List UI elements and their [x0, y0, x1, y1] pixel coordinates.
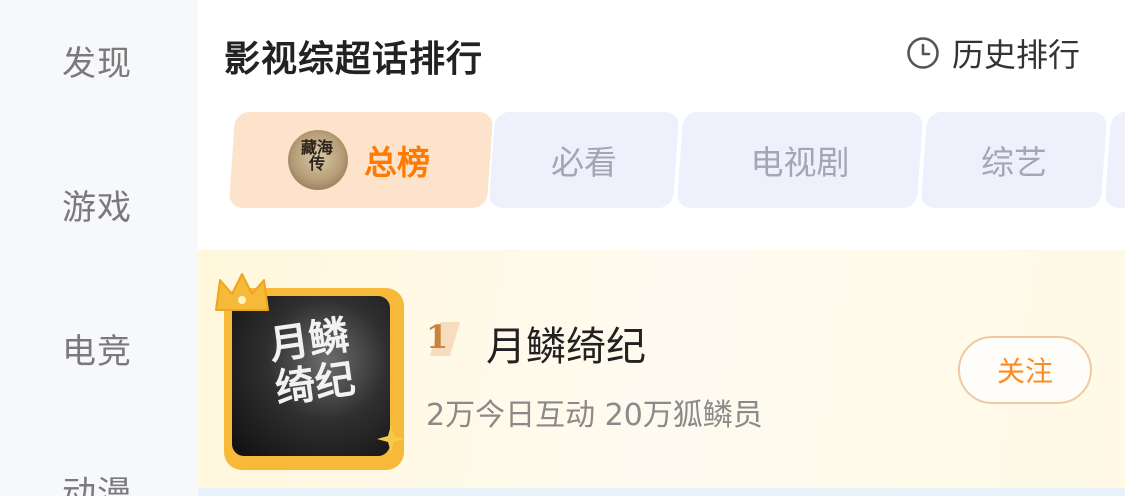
topic-cover-image[interactable]: 月鳞绮纪 — [232, 296, 390, 456]
sidebar-item-anime[interactable]: 动漫 — [0, 466, 196, 496]
tab-variety[interactable]: 综艺 — [920, 112, 1108, 208]
tab-must-watch-label: 必看 — [551, 143, 617, 182]
category-sidebar: 发现 游戏 电竞 动漫 — [0, 0, 198, 496]
history-ranking-label: 历史排行 — [952, 36, 1081, 74]
follow-button[interactable]: 关注 — [958, 336, 1092, 404]
topic-stats: 2万今日互动 20万狐鳞员 — [426, 398, 763, 433]
tab-overall[interactable]: 藏海传 总榜 — [228, 112, 494, 208]
sidebar-item-discover[interactable]: 发现 — [0, 36, 196, 85]
rank-number: 1 — [426, 318, 449, 356]
sidebar-item-esports[interactable]: 电竞 — [0, 324, 196, 373]
history-ranking-button[interactable]: 历史排行 — [906, 33, 1081, 74]
tab-overall-label: 总榜 — [364, 143, 430, 182]
cover-title-text: 月鳞绮纪 — [266, 311, 359, 413]
sidebar-item-games[interactable]: 游戏 — [0, 180, 196, 229]
tab-must-watch[interactable]: 必看 — [488, 112, 680, 208]
crown-icon — [215, 273, 269, 311]
sparkle-icon — [377, 425, 405, 453]
tab-partial-next[interactable] — [1104, 112, 1125, 208]
topic-ranking-page: 发现 游戏 电竞 动漫 影视综超话排行 历史排行 藏海传 总榜 必看 电视剧 综… — [0, 0, 1125, 496]
tab-avatar-text: 藏海传 — [300, 138, 333, 173]
topic-name[interactable]: 月鳞绮纪 — [486, 314, 646, 372]
tab-tv-series[interactable]: 电视剧 — [676, 112, 924, 208]
tab-tv-series-label: 电视剧 — [750, 143, 850, 182]
next-ranking-item-edge — [198, 488, 1125, 496]
tab-variety-label: 综艺 — [981, 143, 1047, 182]
tab-avatar-image: 藏海传 — [288, 130, 348, 190]
page-title: 影视综超话排行 — [224, 39, 484, 80]
clock-icon — [907, 37, 939, 69]
